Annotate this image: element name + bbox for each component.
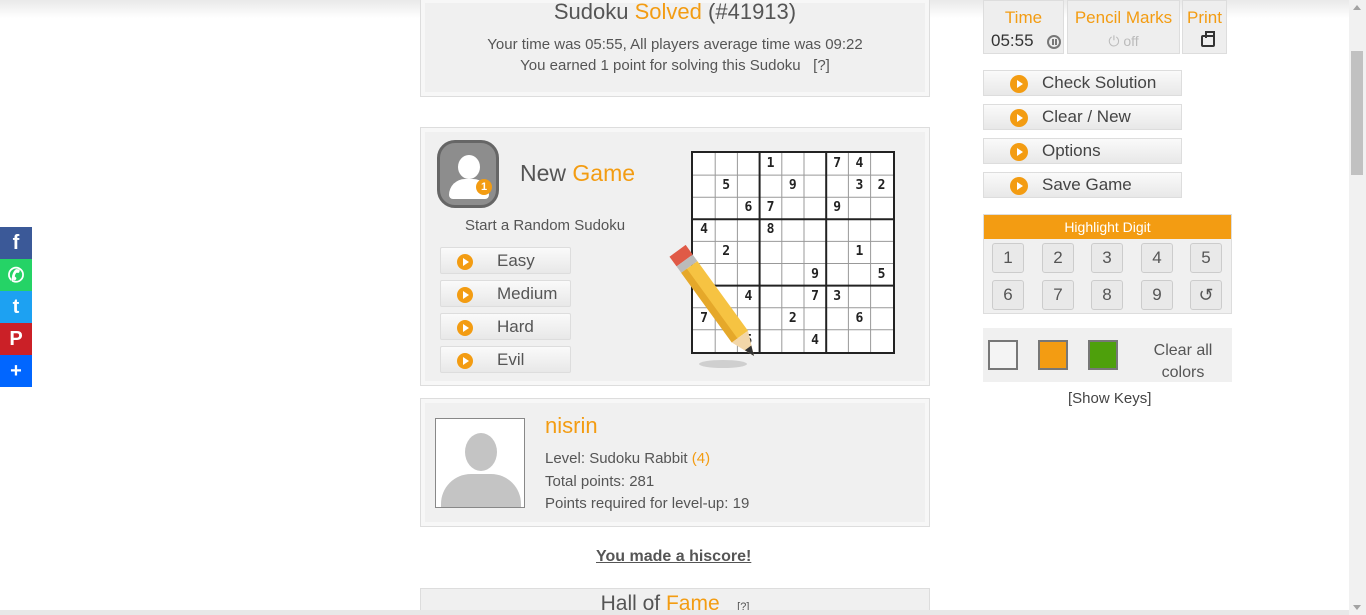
hard-button[interactable]: Hard	[440, 313, 571, 340]
grid-cell: 5	[722, 178, 731, 194]
show-keys-link[interactable]: [Show Keys]	[1068, 390, 1151, 407]
grid-cell: 5	[877, 266, 886, 282]
digit-7-button[interactable]: 7	[1042, 280, 1074, 310]
grid-cell: 9	[811, 266, 819, 282]
pencil-marks-toggle[interactable]: Pencil Marks ⏻ off	[1067, 0, 1180, 54]
digit-5-button[interactable]: 5	[1190, 243, 1222, 273]
avatar[interactable]	[435, 418, 525, 508]
digit-2-button[interactable]: 2	[1042, 243, 1074, 273]
grid-cell: 9	[833, 200, 842, 216]
puzzle-id: (#41913)	[708, 0, 797, 24]
play-icon	[457, 287, 473, 303]
share-plus-icon[interactable]: +	[0, 355, 32, 387]
solved-panel: Sudoku Solved (#41913) Your time was 05:…	[420, 0, 930, 97]
grid-cell: 7	[811, 288, 819, 304]
level-info: Level: Sudoku Rabbit (4)	[545, 450, 711, 467]
timer-value: 05:55	[991, 31, 1034, 50]
points-help-link[interactable]: [?]	[813, 57, 830, 74]
color-swatch-green[interactable]	[1088, 340, 1118, 370]
grid-cell: 4	[811, 332, 819, 348]
printer-icon	[1201, 31, 1215, 47]
color-swatch-white[interactable]	[988, 340, 1018, 370]
check-solution-button[interactable]: Check Solution	[983, 70, 1182, 96]
profile-panel: nisrin Level: Sudoku Rabbit (4) Total po…	[420, 398, 930, 527]
play-icon	[1010, 177, 1028, 195]
clear-new-button[interactable]: Clear / New	[983, 104, 1182, 130]
grid-cell: 1	[766, 156, 775, 171]
grid-cell: 6	[744, 200, 753, 216]
social-share-bar: f ✆ t P +	[0, 227, 32, 387]
new-game-panel: 1 New Game Start a Random Sudoku Easy Me…	[420, 127, 930, 386]
digit-8-button[interactable]: 8	[1091, 280, 1123, 310]
pinterest-icon[interactable]: P	[0, 323, 32, 355]
timer-box: Time 05:55	[983, 0, 1064, 54]
hiscore-link[interactable]: You made a hiscore!	[596, 548, 751, 566]
bottom-edge	[0, 610, 1349, 615]
play-icon	[1010, 143, 1028, 161]
new-game-subtitle: Start a Random Sudoku	[465, 217, 626, 234]
play-icon	[457, 254, 473, 270]
scrollbar[interactable]	[1349, 0, 1366, 615]
total-points: Total points: 281	[545, 473, 655, 490]
grid-cell: 8	[766, 222, 775, 238]
grid-cell: 7	[833, 156, 842, 171]
grid-cell: 2	[788, 310, 797, 326]
digit-4-button[interactable]: 4	[1141, 243, 1173, 273]
digit-3-button[interactable]: 3	[1091, 243, 1123, 273]
evil-button[interactable]: Evil	[440, 346, 571, 373]
grid-cell: 3	[855, 178, 864, 194]
scroll-down-icon[interactable]	[1353, 605, 1361, 610]
grid-cell: 1	[855, 244, 864, 260]
scrollbar-thumb[interactable]	[1351, 51, 1363, 175]
pencil-marks-state: ⏻ off	[1108, 33, 1139, 49]
new-game-title: New Game	[520, 160, 636, 186]
grid-cell: 6	[855, 310, 864, 326]
print-button[interactable]: Print	[1182, 0, 1227, 54]
play-icon	[457, 353, 473, 369]
grid-cell: 7	[766, 200, 775, 216]
player-badge-icon: 1	[437, 140, 499, 208]
digit-1-button[interactable]: 1	[992, 243, 1024, 273]
grid-cell: 2	[877, 178, 886, 194]
username-link[interactable]: nisrin	[545, 413, 598, 439]
grid-cell: 9	[788, 178, 797, 194]
digit-6-button[interactable]: 6	[992, 280, 1024, 310]
points-earned: You earned 1 point for solving this Sudo…	[520, 57, 830, 74]
undo-icon[interactable]: ↺	[1190, 280, 1222, 310]
pencil-icon	[669, 244, 754, 368]
digit-9-button[interactable]: 9	[1141, 280, 1173, 310]
twitter-icon[interactable]: t	[0, 291, 32, 323]
play-icon	[1010, 109, 1028, 127]
facebook-icon[interactable]: f	[0, 227, 32, 259]
options-button[interactable]: Options	[983, 138, 1182, 164]
medium-button[interactable]: Medium	[440, 280, 571, 307]
grid-cell: 4	[855, 156, 864, 171]
time-summary: Your time was 05:55, All players average…	[487, 36, 863, 53]
solved-title: Sudoku Solved (#41913)	[553, 0, 797, 24]
whatsapp-icon[interactable]: ✆	[0, 259, 32, 291]
pause-icon[interactable]	[1047, 35, 1061, 49]
color-swatch-orange[interactable]	[1038, 340, 1068, 370]
highlight-digit-title: Highlight Digit	[984, 215, 1231, 239]
highlight-digit-panel: Highlight Digit 1 2 3 4 5 6 7 8 9 ↺	[983, 214, 1232, 314]
grid-cell: 3	[833, 288, 842, 304]
save-game-button[interactable]: Save Game	[983, 172, 1182, 198]
play-icon	[1010, 75, 1028, 93]
points-required: Points required for level-up: 19	[545, 495, 750, 512]
color-panel: Clear all colors	[983, 328, 1232, 382]
easy-button[interactable]: Easy	[440, 247, 571, 274]
scroll-up-icon[interactable]	[1353, 5, 1361, 10]
grid-cell: 4	[700, 222, 708, 238]
clear-all-colors-button[interactable]: Clear all colors	[1143, 340, 1223, 384]
play-icon	[457, 320, 473, 336]
